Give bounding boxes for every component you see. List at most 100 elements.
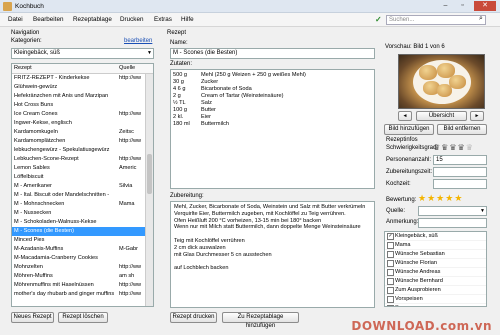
checkbox[interactable] [387, 278, 394, 285]
category-check-item[interactable]: Zum Ausprobieren [385, 286, 486, 295]
checkmark-icon[interactable]: ✓ [375, 15, 382, 24]
recipe-row[interactable]: M-Azadanis-Muffins M-Gabr [12, 245, 153, 254]
recipe-row[interactable]: M - Mohnschnecken Mama [12, 200, 153, 209]
star-icon[interactable]: ★ [427, 193, 435, 203]
checkbox[interactable] [387, 296, 394, 303]
menu-drucken[interactable]: Drucken [120, 16, 143, 23]
recipe-row[interactable]: M - Nussecken [12, 209, 153, 218]
category-check-item[interactable]: Suppen [385, 304, 486, 306]
preparation-text[interactable]: Mehl, Zucker, Bicarbonate of Soda, Weins… [170, 201, 375, 308]
search-input[interactable]: Suchen... [386, 15, 486, 25]
star-icon[interactable]: ★ [454, 193, 462, 203]
recipe-row[interactable]: Lebkuchen-Scone-Rezept http://ww [12, 155, 153, 164]
checkbox[interactable] [387, 242, 394, 249]
menu-rezeptablage[interactable]: Rezeptablage [73, 16, 112, 23]
overview-button[interactable]: Übersicht [416, 111, 467, 121]
ingredient-row[interactable]: 180 ml Buttermilch [171, 121, 374, 128]
ingredient-row[interactable]: ½ TL Salz [171, 100, 374, 107]
recipe-row[interactable]: Möhren-Muffins am sh [12, 272, 153, 281]
recipe-row[interactable]: M - Ital. Biscuit oder Mandelschnitten - [12, 191, 153, 200]
add-to-ablage-button[interactable]: Zu Rezeptablage hinzufügen [222, 312, 299, 329]
recipe-row[interactable]: M-Macadamia-Cranberry Cookies [12, 254, 153, 263]
delete-recipe-button[interactable]: Rezept löschen [58, 312, 108, 323]
category-check-item[interactable]: Wünsche Sebastian [385, 250, 486, 259]
recipe-row[interactable]: M - Amerikaner Silvia [12, 182, 153, 191]
category-check-item[interactable]: Vorspeisen [385, 295, 486, 304]
quelle-select[interactable]: ▼ [418, 206, 487, 216]
kochzeit-field[interactable] [433, 179, 487, 189]
recipe-row[interactable]: Möhrenmuffins mit Haselnüssen http://ww [12, 281, 153, 290]
star-icon[interactable]: ★ [436, 193, 444, 203]
menu-datei[interactable]: Datei [8, 16, 23, 23]
recipe-row[interactable]: Glühwein-gewürz [12, 83, 153, 92]
recipe-row[interactable]: M - Scones (die Besten) [12, 227, 153, 236]
recipe-row[interactable]: Kardamomplätzchen http://ww [12, 137, 153, 146]
recipe-row[interactable]: Lemon Sables Americ [12, 164, 153, 173]
recipe-list-scrollbar[interactable] [145, 74, 153, 306]
recipe-row[interactable]: Kardamomkugeln Zeitsc [12, 128, 153, 137]
recipe-row[interactable]: Löffelbiscuit [12, 173, 153, 182]
personen-field[interactable]: 15 [433, 155, 487, 165]
close-icon[interactable]: ✕ [474, 1, 496, 11]
recipe-row[interactable]: mother's day rhubarb and ginger muffins h… [12, 290, 153, 299]
ingredients-table[interactable]: 500 g Mehl (250 g Weizen + 250 g weißes M… [170, 69, 375, 189]
zubereitungszeit-field[interactable] [433, 167, 487, 177]
star-icon[interactable]: ★ [445, 193, 453, 203]
column-header-quelle[interactable]: Quelle [119, 65, 135, 71]
scroll-thumb[interactable] [147, 154, 152, 194]
recipe-row[interactable]: Hefekränzchen mit Anis und Marzipan [12, 92, 153, 101]
checkbox[interactable] [387, 287, 394, 294]
recipe-row[interactable]: Ingwer-Kekse, englisch [12, 119, 153, 128]
chef-hat-icon[interactable]: ♛ [441, 143, 448, 152]
chef-hat-icon[interactable]: ♛ [449, 143, 456, 152]
add-image-button[interactable]: Bild hinzufügen [384, 124, 434, 135]
checkbox[interactable] [387, 269, 394, 276]
ingredient-row[interactable]: 4 6 g Bicarbonate of Soda [171, 86, 374, 93]
ingredient-row[interactable]: 2 g Cream of Tartar (Weinsteinsäure) [171, 93, 374, 100]
recipe-row[interactable]: Minced Pies [12, 236, 153, 245]
recipe-row[interactable]: M - Schokoladen-Walnuss-Kekse [12, 218, 153, 227]
checkbox[interactable] [387, 251, 394, 258]
recipe-photo[interactable] [398, 54, 485, 109]
checkbox[interactable] [387, 305, 394, 306]
search-icon[interactable]: ⌕ [479, 15, 483, 23]
recipe-row[interactable]: lebkuchengewürz - Spekulatiusgewürz [12, 146, 153, 155]
category-check-item[interactable]: Wünsche Bernhard [385, 277, 486, 286]
menu-bearbeiten[interactable]: Bearbeiten [33, 16, 63, 23]
menu-hilfe[interactable]: Hilfe [181, 16, 194, 23]
chef-hat-icon[interactable]: ♛ [466, 143, 473, 152]
prev-image-button[interactable]: ◄ [398, 111, 412, 121]
checkbox[interactable] [387, 260, 394, 267]
difficulty-rating[interactable]: ♛♛♛♛♛ [433, 143, 474, 152]
recipe-row[interactable]: Mohnzelten http://ww [12, 263, 153, 272]
checkbox[interactable]: ✓ [387, 233, 394, 240]
menu-extras[interactable]: Extras [154, 16, 172, 23]
anmerkung-field[interactable] [418, 218, 487, 228]
ingredient-row[interactable]: 500 g Mehl (250 g Weizen + 250 g weißes M… [171, 72, 374, 79]
next-image-button[interactable]: ► [470, 111, 484, 121]
edit-categories-link[interactable]: bearbeiten [124, 38, 152, 44]
ingredient-row[interactable]: 30 g Zucker [171, 79, 374, 86]
recipe-list[interactable]: Rezept Quelle FRITZ-REZEPT - Kinderkekse… [11, 63, 154, 307]
chef-hat-icon[interactable]: ♛ [458, 143, 465, 152]
remove-image-button[interactable]: Bild entfernen [437, 124, 487, 135]
column-header-rezept[interactable]: Rezept [14, 65, 32, 71]
new-recipe-button[interactable]: Neues Rezept [11, 312, 54, 323]
star-icon[interactable]: ★ [418, 193, 426, 203]
minimize-icon[interactable]: – [438, 1, 453, 11]
print-recipe-button[interactable]: Rezept drucken [170, 312, 217, 323]
category-check-item[interactable]: Wünsche Florian [385, 259, 486, 268]
ingredient-row[interactable]: 100 g Butter [171, 107, 374, 114]
category-check-item[interactable]: Mama [385, 241, 486, 250]
category-select[interactable]: Kleingebäck, süß ▼ [11, 48, 154, 59]
category-check-item[interactable]: Wünsche Andreas [385, 268, 486, 277]
recipe-row[interactable]: FRITZ-REZEPT - Kinderkekse http://ww [12, 74, 153, 83]
chef-hat-icon[interactable]: ♛ [433, 143, 440, 152]
recipe-row[interactable]: Hot Cross Buns [12, 101, 153, 110]
recipe-row[interactable]: Ice Cream Cones http://ww [12, 110, 153, 119]
ingredient-row[interactable]: 2 kl. Eier [171, 114, 374, 121]
recipe-name-field[interactable]: M - Scones (die Besten) [170, 48, 375, 59]
rating-stars[interactable]: ★★★★★ [418, 194, 463, 203]
category-check-item[interactable]: ✓ Kleingebäck, süß [385, 232, 486, 241]
category-checklist[interactable]: ✓ Kleingebäck, süß Mama Wünsche Sebastian Wü… [384, 231, 487, 307]
